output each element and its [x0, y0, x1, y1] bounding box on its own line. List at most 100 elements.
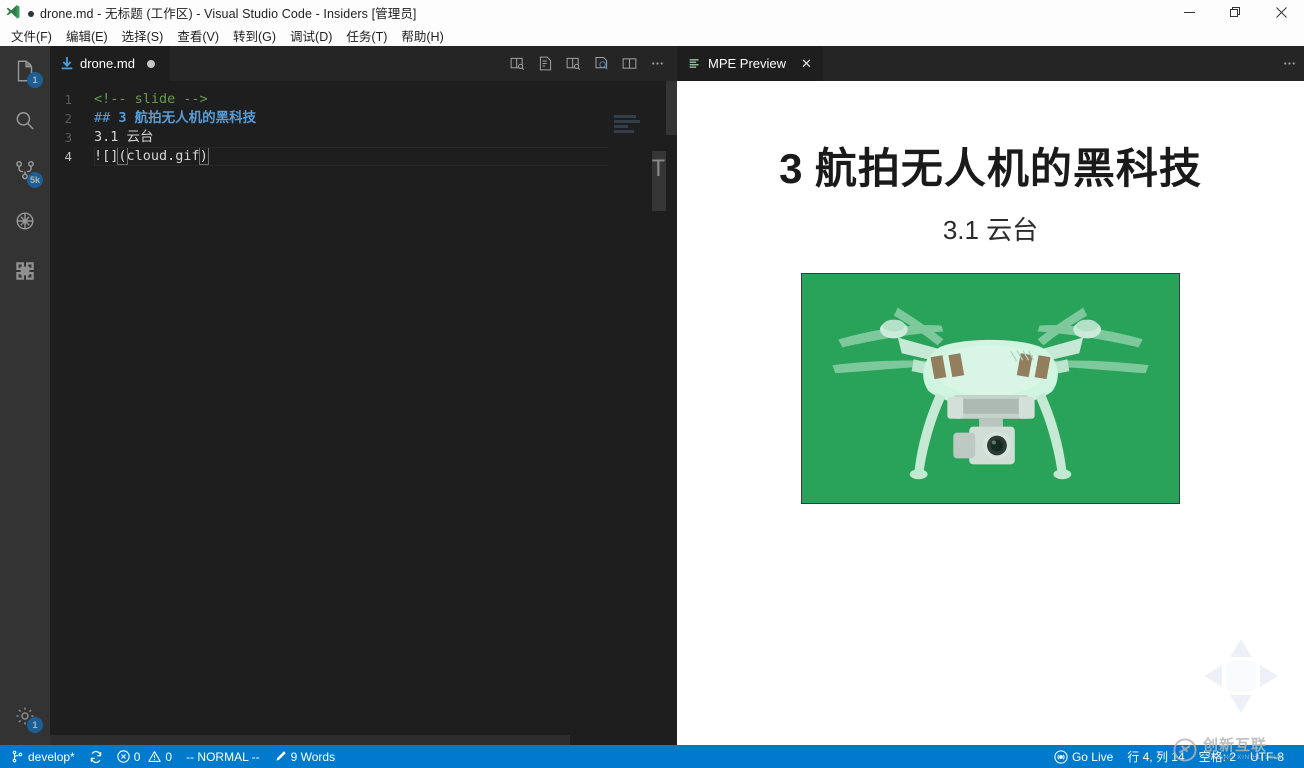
warning-count: 0	[165, 750, 172, 764]
preview-icon[interactable]	[531, 46, 559, 81]
broadcast-icon	[1054, 750, 1068, 764]
sidebar-item-debug[interactable]	[0, 196, 50, 246]
text-caret	[208, 147, 210, 164]
preview-tabs: MPE Preview ✕	[677, 46, 1304, 81]
split-editor-icon[interactable]	[615, 46, 643, 81]
editor-tabs: drone.md	[50, 46, 677, 81]
mpe-preview-side-icon[interactable]	[559, 46, 587, 81]
branch-label: develop*	[28, 750, 75, 764]
explorer-badge: 1	[27, 72, 43, 88]
line-number: 4	[50, 147, 94, 166]
status-word-count[interactable]: 9 Words	[267, 745, 342, 768]
menu-help[interactable]: 帮助(H)	[394, 24, 450, 47]
error-count: 0	[134, 750, 141, 764]
editor-minimap[interactable]: T	[608, 81, 666, 745]
token-heading: 3 航拍无人机的黑科技	[118, 110, 256, 126]
activity-bar: 1 5k	[0, 46, 50, 745]
code-line: 4 ![](cloud.gif)	[50, 147, 677, 166]
status-vim-mode[interactable]: -- NORMAL --	[179, 745, 267, 768]
token-plain: 3.1 云台	[94, 129, 154, 145]
minimize-button[interactable]	[1166, 0, 1212, 24]
preview-side-icon[interactable]	[503, 46, 531, 81]
status-cursor-position[interactable]: 行 4, 列 14	[1120, 745, 1191, 768]
status-sync[interactable]	[82, 745, 110, 768]
status-problems[interactable]: 0 0	[110, 745, 179, 768]
line-content: <!-- slide -->	[94, 90, 677, 109]
warning-icon	[148, 750, 161, 763]
menu-goto[interactable]: 转到(G)	[226, 24, 283, 47]
line-number: 3	[50, 128, 94, 147]
status-bar: develop* 0	[0, 745, 1304, 768]
preview-heading-text: 航拍无人机的黑科技	[815, 147, 1202, 193]
menu-selection[interactable]: 选择(S)	[115, 24, 171, 47]
unsaved-dot-icon	[28, 11, 34, 17]
drone-illustration	[802, 274, 1179, 503]
manage-settings-button[interactable]: 1	[0, 691, 50, 741]
tab-dirty-indicator[interactable]	[147, 60, 155, 68]
menu-edit[interactable]: 编辑(E)	[59, 24, 115, 47]
sidebar-item-source-control[interactable]: 5k	[0, 146, 50, 196]
code-line: 1 <!-- slide -->	[50, 90, 677, 109]
line-content: 3.1 云台	[94, 128, 677, 147]
vscode-window: drone.md - 无标题 (工作区) - Visual Studio Cod…	[0, 0, 1304, 768]
code-lines: 1 <!-- slide --> 2 ## 3 航拍无人机的黑科技 3 3.1 …	[50, 90, 677, 166]
preview-heading-number: 3	[779, 145, 803, 192]
code-line: 2 ## 3 航拍无人机的黑科技	[50, 109, 677, 128]
vscode-logo-icon	[0, 0, 26, 24]
editor-group-right: MPE Preview ✕ 3 航拍无人机的黑科技 3.1 云台	[677, 46, 1304, 745]
line-number: 2	[50, 109, 94, 128]
source-control-badge: 5k	[27, 172, 43, 188]
settings-badge: 1	[27, 717, 43, 733]
status-go-live[interactable]: Go Live	[1047, 745, 1120, 768]
window-title: drone.md - 无标题 (工作区) - Visual Studio Cod…	[26, 3, 1166, 22]
menu-file[interactable]: 文件(F)	[4, 24, 59, 47]
code-line: 3 3.1 云台	[50, 128, 677, 147]
preview-more-actions-icon[interactable]	[1274, 46, 1304, 81]
window-controls	[1166, 0, 1304, 24]
preview-subheading: 3.1 云台	[677, 210, 1304, 247]
editor-horizontal-scrollbar[interactable]	[50, 735, 677, 745]
menu-tasks[interactable]: 任务(T)	[339, 24, 394, 47]
sidebar-item-search[interactable]	[0, 96, 50, 146]
status-encoding[interactable]: UTF-8	[1243, 745, 1300, 768]
restore-button[interactable]	[1212, 0, 1258, 24]
editor-vertical-scrollbar[interactable]	[666, 81, 677, 745]
sidebar-item-explorer[interactable]: 1	[0, 46, 50, 96]
scrollbar-thumb[interactable]	[666, 81, 677, 135]
error-icon	[117, 750, 130, 763]
pencil-icon	[274, 750, 287, 763]
minimap-marker: T	[652, 159, 665, 181]
code-editor[interactable]: 1 <!-- slide --> 2 ## 3 航拍无人机的黑科技 3 3.1 …	[50, 81, 677, 745]
hscrollbar-thumb[interactable]	[50, 735, 570, 745]
branch-icon	[11, 750, 24, 763]
line-content: ![](cloud.gif)	[94, 147, 677, 166]
editor-group-left: drone.md	[50, 46, 677, 745]
token-comment: <!-- slide -->	[94, 91, 208, 107]
drone-gimbal-image	[801, 273, 1180, 504]
dpad-overlay-icon[interactable]	[1200, 635, 1282, 717]
window-title-text: drone.md - 无标题 (工作区) - Visual Studio Cod…	[40, 7, 417, 21]
title-bar: drone.md - 无标题 (工作区) - Visual Studio Cod…	[0, 0, 1304, 24]
close-icon[interactable]: ✕	[801, 56, 812, 72]
go-live-label: Go Live	[1072, 750, 1113, 764]
mpe-preview-icon[interactable]	[587, 46, 615, 81]
token-bracket-open: (	[118, 148, 126, 164]
status-branch[interactable]: develop*	[4, 745, 82, 768]
markdown-preview-body[interactable]: 3 航拍无人机的黑科技 3.1 云台	[677, 81, 1304, 745]
editor-toolbar	[503, 46, 677, 81]
word-count-label: 9 Words	[291, 750, 335, 764]
menu-debug[interactable]: 调试(D)	[283, 24, 339, 47]
token-link-target: cloud.gif	[127, 148, 200, 164]
status-indentation[interactable]: 空格: 2	[1192, 745, 1243, 768]
tab-drone-md[interactable]: drone.md	[50, 46, 171, 81]
sidebar-item-extensions[interactable]	[0, 246, 50, 296]
tab-label: drone.md	[80, 56, 135, 71]
token-plain: ![]	[94, 148, 118, 164]
close-button[interactable]	[1258, 0, 1304, 24]
preview-heading: 3 航拍无人机的黑科技	[677, 81, 1304, 196]
more-actions-icon[interactable]	[643, 46, 671, 81]
line-number: 1	[50, 90, 94, 109]
menu-view[interactable]: 查看(V)	[170, 24, 226, 47]
sync-icon	[89, 750, 103, 764]
tab-mpe-preview[interactable]: MPE Preview ✕	[677, 46, 823, 81]
